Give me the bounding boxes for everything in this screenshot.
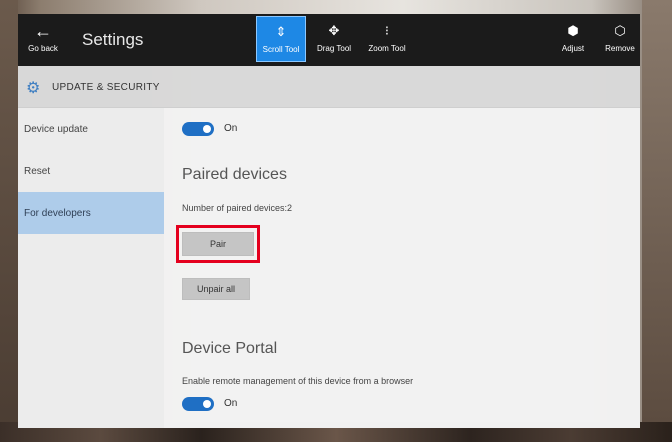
device-portal-toggle[interactable] [182,397,214,411]
remove-cube-icon: ⬡ [614,23,626,38]
remove-button[interactable]: ⬡ Remove [600,16,640,62]
left-nav: Device update Reset For developers [18,108,164,428]
adjust-label: Adjust [561,44,585,53]
nav-item-for-developers[interactable]: For developers [18,192,164,234]
scroll-tool-button[interactable]: ⇕ Scroll Tool [256,16,306,62]
back-arrow-icon: ← [34,21,52,41]
adjust-button[interactable]: ⬢ Adjust [548,16,598,62]
settings-window: ← Go back Settings ⇕ Scroll Tool ✥ Drag … [18,14,640,428]
gear-icon: ⚙ [26,80,41,97]
paired-devices-heading: Paired devices [182,166,287,183]
move-icon: ✥ [328,23,340,38]
top-toggle-label: On [224,123,238,134]
zoom-tool-button[interactable]: ⁝ Zoom Tool [362,16,412,62]
device-portal-heading: Device Portal [182,340,278,357]
zoom-tool-label: Zoom Tool [368,44,406,53]
zoom-icon: ⁝ [384,23,390,38]
background-right [642,0,672,442]
device-portal-toggle-label: On [224,398,238,409]
drag-tool-label: Drag Tool [316,44,352,53]
unpair-all-button[interactable]: Unpair all [182,278,250,300]
highlight-box [176,225,260,263]
device-portal-description: Enable remote management of this device … [182,376,414,386]
drag-tool-button[interactable]: ✥ Drag Tool [309,16,359,62]
nav-item-reset[interactable]: Reset [18,150,164,192]
background-left [0,0,18,442]
top-toolbar: ← Go back Settings ⇕ Scroll Tool ✥ Drag … [18,14,640,66]
adjust-cube-icon: ⬢ [567,23,579,38]
section-header: ⚙ UPDATE & SECURITY [18,66,640,108]
nav-item-device-update[interactable]: Device update [18,108,164,150]
main-content: On Paired devices Number of paired devic… [164,108,640,428]
section-title: UPDATE & SECURITY [52,82,160,93]
remove-label: Remove [605,44,635,53]
scroll-tool-label: Scroll Tool [262,45,300,54]
go-back-label: Go back [28,44,58,53]
top-toggle-switch[interactable] [182,122,214,136]
scroll-arrows-icon: ⇕ [275,24,287,39]
go-back-button[interactable]: ← Go back [22,20,64,62]
paired-devices-count: Number of paired devices:2 [182,203,293,213]
app-title: Settings [82,30,144,49]
